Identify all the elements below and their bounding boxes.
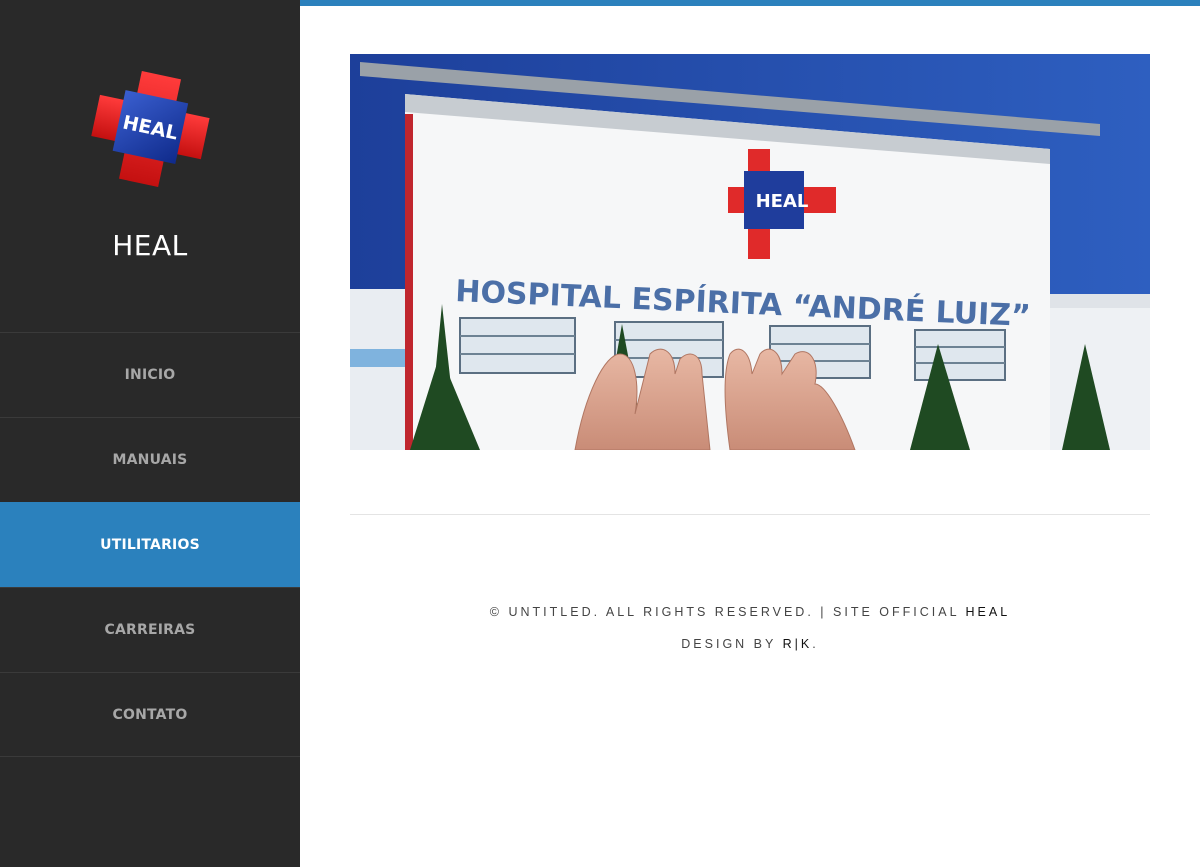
content-divider xyxy=(350,514,1150,515)
designer-link[interactable]: R|K xyxy=(783,637,813,651)
design-suffix: . xyxy=(812,637,819,651)
svg-text:HEAL: HEAL xyxy=(756,191,809,212)
nav-item-carreiras[interactable]: CARREIRAS xyxy=(0,587,300,672)
nav-item-manuais[interactable]: MANUAIS xyxy=(0,417,300,502)
copyright-line: © UNTITLED. ALL RIGHTS RESERVED. | SITE … xyxy=(350,602,1150,634)
sidebar: HEAL HEAL INICIO MANUAIS UTILITARIOS CAR… xyxy=(0,0,300,867)
copyright-text: © UNTITLED. ALL RIGHTS RESERVED. | SITE … xyxy=(489,605,966,619)
main-nav: INICIO MANUAIS UTILITARIOS CARREIRAS CON… xyxy=(0,332,300,757)
design-credit-line: DESIGN BY R|K. xyxy=(350,634,1150,666)
site-official-link[interactable]: HEAL xyxy=(966,605,1011,619)
design-by-text: DESIGN BY xyxy=(681,637,783,651)
heal-logo[interactable]: HEAL xyxy=(88,68,212,190)
hospital-banner-image: HEAL HOSPITAL ESPÍRITA “ANDRÉ LUIZ” xyxy=(350,54,1150,450)
footer: © UNTITLED. ALL RIGHTS RESERVED. | SITE … xyxy=(350,602,1150,666)
nav-item-inicio[interactable]: INICIO xyxy=(0,332,300,417)
top-accent-bar xyxy=(300,0,1200,6)
nav-item-contato[interactable]: CONTATO xyxy=(0,672,300,757)
nav-item-utilitarios[interactable]: UTILITARIOS xyxy=(0,502,300,587)
site-title[interactable]: HEAL xyxy=(0,229,300,262)
